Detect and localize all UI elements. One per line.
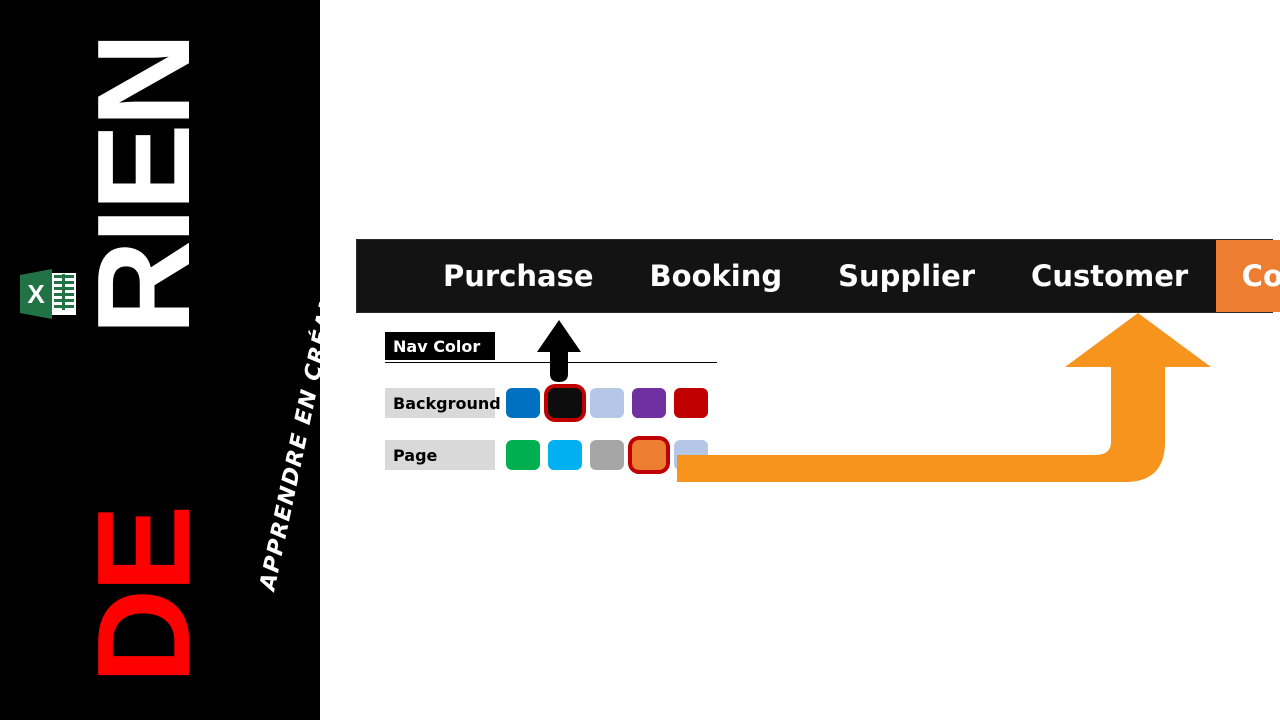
color-row-label: Background bbox=[385, 388, 501, 418]
nav-item-label: Config bbox=[1241, 259, 1280, 293]
nav-item-label: Customer bbox=[1031, 259, 1189, 293]
swatch-page-green[interactable] bbox=[506, 440, 540, 470]
nav-item-label: Booking bbox=[649, 259, 783, 293]
brand-de-wrap: DE bbox=[69, 0, 217, 720]
color-row-background: Background bbox=[385, 388, 708, 418]
swatch-group-page bbox=[506, 440, 708, 470]
nav-item-customer[interactable]: Customer bbox=[1003, 240, 1216, 312]
color-row-label: Page bbox=[385, 440, 495, 470]
swatch-page-cyan[interactable] bbox=[548, 440, 582, 470]
black-up-arrow-annotation bbox=[537, 320, 581, 382]
nav-item-booking[interactable]: Booking bbox=[622, 240, 811, 312]
panel-header-label: Nav Color bbox=[385, 332, 495, 360]
screenshot-root: X RIEN DE APPRENDRE EN CRÉANT POUR MAÎTR… bbox=[0, 0, 1280, 720]
swatch-background-blue[interactable] bbox=[506, 388, 540, 418]
navbar-left-spacer bbox=[357, 240, 415, 312]
nav-item-label: Purchase bbox=[443, 259, 594, 293]
excel-icon-letter: X bbox=[27, 279, 45, 309]
color-row-page: Page bbox=[385, 440, 708, 470]
swatch-page-light-blue[interactable] bbox=[674, 440, 708, 470]
swatch-page-orange[interactable] bbox=[632, 440, 666, 470]
swatch-background-black[interactable] bbox=[548, 388, 582, 418]
swatch-group-background bbox=[506, 388, 708, 418]
orange-curved-arrow-annotation bbox=[677, 313, 1211, 482]
brand-tagline: APPRENDRE EN CRÉANT POUR MAÎTRISER bbox=[255, 42, 320, 593]
brand-sidebar: X RIEN DE APPRENDRE EN CRÉANT POUR MAÎTR… bbox=[0, 0, 320, 720]
swatch-background-light-blue[interactable] bbox=[590, 388, 624, 418]
nav-item-label: Supplier bbox=[838, 259, 976, 293]
panel-header-row: Nav Color bbox=[385, 332, 495, 360]
main-navbar: Purchase Booking Supplier Customer Confi… bbox=[357, 240, 1280, 312]
swatch-background-dark-red[interactable] bbox=[674, 388, 708, 418]
nav-item-config[interactable]: Config bbox=[1216, 240, 1280, 312]
brand-line-de: DE bbox=[69, 508, 217, 684]
nav-item-supplier[interactable]: Supplier bbox=[810, 240, 1003, 312]
swatch-page-gray[interactable] bbox=[590, 440, 624, 470]
swatch-background-purple[interactable] bbox=[632, 388, 666, 418]
nav-item-purchase[interactable]: Purchase bbox=[415, 240, 622, 312]
